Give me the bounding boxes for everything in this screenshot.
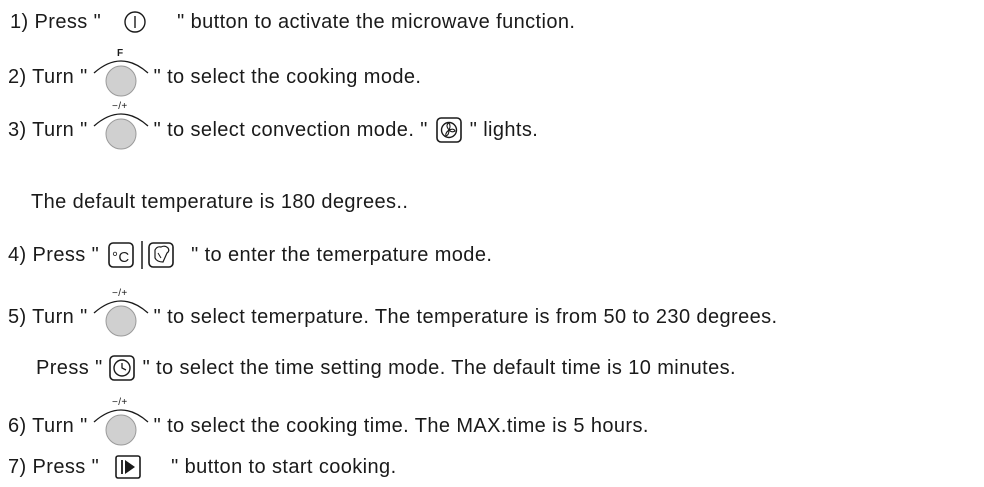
step-1-suffix: " button to activate the microwave funct… [177,11,576,33]
svg-text:°C: °C [112,249,130,266]
step-2-prefix: 2) Turn " [8,66,88,88]
step-3-middle: " to select convection mode. " [153,119,428,141]
step-7-suffix: " button to start cooking. [171,456,397,478]
step-4: 4) Press " °C " to enter the temerpature… [0,240,492,270]
step-4-suffix: " to enter the temerpature mode. [191,244,493,266]
step-3: 3) Turn " −/+ " to select convection mod… [0,101,539,150]
step-5-suffix: " to select temerpature. The temperature… [153,306,778,328]
time-setting-step: Press " " to select the time setting mod… [0,355,736,381]
step-6-prefix: 6) Turn " [8,415,88,437]
power-button-icon [123,10,147,34]
start-button-icon [115,455,141,479]
step-5: 5) Turn " −/+ " to select temerpature. T… [0,288,778,337]
adjust-knob-icon: −/+ [90,100,152,150]
step-2: 2) Turn " F " to select the cooking mode… [0,48,422,97]
adjust-knob-icon: −/+ [90,396,152,446]
time-setting-suffix: " to select the time setting mode. The d… [142,357,737,379]
adjust-knob-label: −/+ [112,397,128,408]
step-6: 6) Turn " −/+ " to select the cooking ti… [0,397,649,446]
step-5-prefix: 5) Turn " [8,306,88,328]
temperature-weight-icon: °C [107,240,177,270]
convection-fan-icon [435,117,462,143]
adjust-knob-label: −/+ [112,101,128,112]
step-7-prefix: 7) Press " [8,456,100,478]
function-knob-label: F [117,48,124,59]
default-temperature-note: The default temperature is 180 degrees.. [0,190,408,214]
step-1-prefix: 1) Press " [10,11,102,33]
step-2-suffix: " to select the cooking mode. [153,66,422,88]
step-4-prefix: 4) Press " [8,244,100,266]
adjust-knob-label: −/+ [112,288,128,299]
adjust-knob-icon: −/+ [90,287,152,337]
step-6-suffix: " to select the cooking time. The MAX.ti… [153,415,649,437]
step-1: 1) Press " " button to activate the micr… [0,10,575,34]
step-3-prefix: 3) Turn " [8,119,88,141]
time-setting-prefix: Press " [36,357,103,379]
default-temperature-text: The default temperature is 180 degrees.. [31,191,409,213]
step-7: 7) Press " " button to start cooking. [0,455,397,479]
clock-icon [108,355,135,381]
step-3-suffix: " lights. [469,119,539,141]
function-knob-icon: F [90,47,152,97]
